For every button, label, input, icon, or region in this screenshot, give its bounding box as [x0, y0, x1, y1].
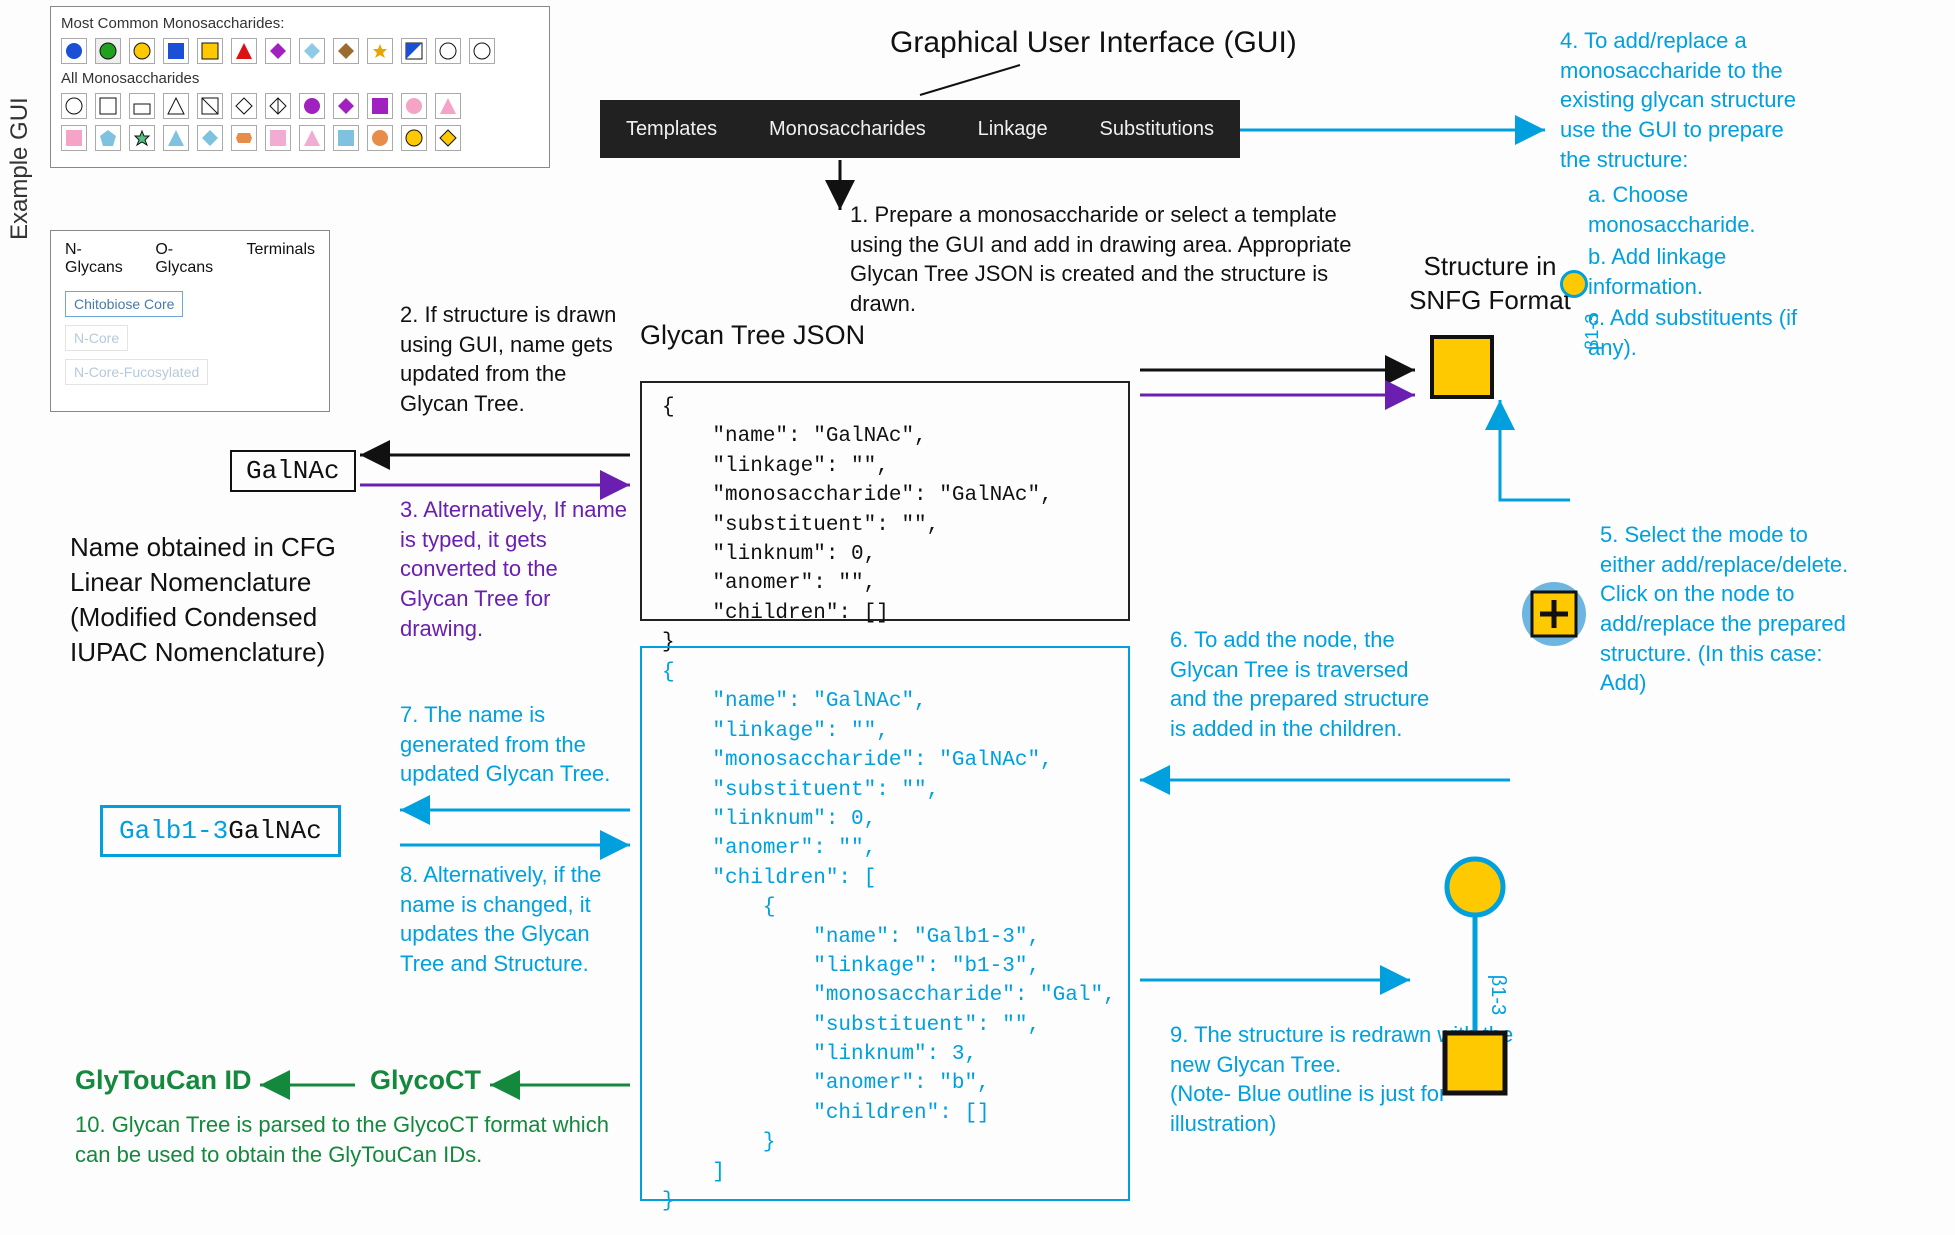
- mono-symbol[interactable]: [197, 38, 223, 64]
- svg-text:β1-3: β1-3: [1487, 975, 1509, 1015]
- step4-intro: 4. To add/replace a monosaccharide to th…: [1560, 28, 1796, 172]
- json-box1: { "name": "GalNAc", "linkage": "", "mono…: [640, 381, 1130, 621]
- mono-symbol[interactable]: [333, 93, 359, 119]
- step10-text: 10. Glycan Tree is parsed to the GlycoCT…: [75, 1110, 635, 1169]
- mono-symbol[interactable]: [401, 93, 427, 119]
- mono-symbol[interactable]: [367, 93, 393, 119]
- mono-symbol[interactable]: [265, 38, 291, 64]
- all-monosaccharide-row1: [61, 93, 539, 119]
- step8-text: 8. Alternatively, if the name is changed…: [400, 860, 630, 979]
- mono-symbol[interactable]: [129, 93, 155, 119]
- mono-symbol[interactable]: [469, 38, 495, 64]
- chip-n-core[interactable]: N-Core: [65, 325, 128, 351]
- mono-symbol[interactable]: [61, 125, 87, 151]
- mono-symbol[interactable]: [435, 93, 461, 119]
- mono-symbol[interactable]: [401, 38, 427, 64]
- mono-symbol[interactable]: [299, 125, 325, 151]
- chip-chitobiose-core[interactable]: Chitobiose Core: [65, 291, 183, 317]
- updated-name-box: Galb1-3GalNAc: [100, 805, 341, 857]
- gui-title: Graphical User Interface (GUI): [890, 26, 1297, 60]
- mono-symbol[interactable]: [95, 125, 121, 151]
- step4c: c. Add substituents (if any).: [1588, 303, 1820, 362]
- panel1-heading2: All Monosaccharides: [61, 70, 539, 87]
- menu-substitutions[interactable]: Substitutions: [1100, 118, 1215, 141]
- mono-symbol[interactable]: [231, 93, 257, 119]
- step4b: b. Add linkage information.: [1588, 242, 1820, 301]
- add-node-button[interactable]: [1520, 580, 1588, 648]
- mono-symbol[interactable]: [367, 38, 393, 64]
- mono-symbol[interactable]: [163, 125, 189, 151]
- tab-o-glycans[interactable]: O-Glycans: [155, 241, 224, 277]
- common-monosaccharide-row: [61, 38, 539, 64]
- mono-symbol[interactable]: [299, 93, 325, 119]
- mono-symbol[interactable]: [163, 93, 189, 119]
- mono-symbol[interactable]: [61, 38, 87, 64]
- gui-menubar: Templates Monosaccharides Linkage Substi…: [600, 100, 1240, 158]
- menu-linkage[interactable]: Linkage: [978, 118, 1048, 141]
- glycan-json-heading: Glycan Tree JSON: [640, 320, 865, 351]
- example-gui-label: Example GUI: [6, 97, 34, 240]
- mono-symbol[interactable]: [265, 93, 291, 119]
- mono-symbol[interactable]: [231, 38, 257, 64]
- templates-tabs: N-Glycans O-Glycans Terminals: [65, 241, 315, 277]
- mono-symbol[interactable]: [265, 125, 291, 151]
- mono-symbol[interactable]: [197, 93, 223, 119]
- step7-text: 7. The name is generated from the update…: [400, 700, 630, 789]
- mono-symbol[interactable]: [95, 93, 121, 119]
- glytoucan-label: GlyTouCan ID: [75, 1065, 252, 1096]
- mono-symbol[interactable]: [197, 125, 223, 151]
- step4-linkage-label: β1-3: [1582, 314, 1603, 350]
- menu-templates[interactable]: Templates: [626, 118, 717, 141]
- monosaccharide-palette-panel: Most Common Monosaccharides: All Monosac…: [50, 6, 550, 168]
- mono-symbol[interactable]: [401, 125, 427, 151]
- step4a: a. Choose monosaccharide.: [1588, 180, 1820, 239]
- step2-text: 2. If structure is drawn using GUI, name…: [400, 300, 630, 419]
- mono-symbol[interactable]: [61, 93, 87, 119]
- mono-symbol[interactable]: [435, 38, 461, 64]
- mono-symbol[interactable]: [333, 125, 359, 151]
- menu-monosaccharides[interactable]: Monosaccharides: [769, 118, 926, 141]
- json-box2: { "name": "GalNAc", "linkage": "", "mono…: [640, 646, 1130, 1201]
- mono-symbol[interactable]: [333, 38, 359, 64]
- snfg-updated-structure: β1-3: [1420, 855, 1530, 1105]
- galb-black-part: GalNAc: [228, 816, 322, 846]
- mono-symbol[interactable]: [435, 125, 461, 151]
- mono-symbol[interactable]: [299, 38, 325, 64]
- mono-symbol[interactable]: [367, 125, 393, 151]
- mono-symbol[interactable]: [129, 125, 155, 151]
- step4-monosaccharide-circle: [1560, 270, 1588, 298]
- step1-text: 1. Prepare a monosaccharide or select a …: [850, 200, 1370, 319]
- all-monosaccharide-row2: [61, 125, 539, 151]
- mono-symbol[interactable]: [163, 38, 189, 64]
- mono-symbol[interactable]: [231, 125, 257, 151]
- tab-terminals[interactable]: Terminals: [247, 241, 315, 277]
- glycoct-label: GlycoCT: [370, 1065, 481, 1096]
- chip-n-core-fucosylated[interactable]: N-Core-Fucosylated: [65, 359, 208, 385]
- step6-text: 6. To add the node, the Glycan Tree is t…: [1170, 625, 1440, 744]
- mono-symbol[interactable]: [95, 38, 121, 64]
- mono-symbol[interactable]: [129, 38, 155, 64]
- cfg-name-description: Name obtained in CFG Linear Nomenclature…: [70, 530, 350, 670]
- galnac-name-box: GalNAc: [230, 450, 356, 492]
- step5-text: 5. Select the mode to either add/replace…: [1600, 520, 1860, 698]
- snfg-galnac-square: [1430, 335, 1494, 399]
- galb-blue-part: Galb1-3: [119, 816, 228, 846]
- step3-text: 3. Alternatively, If name is typed, it g…: [400, 495, 630, 643]
- tab-n-glycans[interactable]: N-Glycans: [65, 241, 133, 277]
- panel1-heading1: Most Common Monosaccharides:: [61, 15, 539, 32]
- templates-panel: N-Glycans O-Glycans Terminals Chitobiose…: [50, 230, 330, 412]
